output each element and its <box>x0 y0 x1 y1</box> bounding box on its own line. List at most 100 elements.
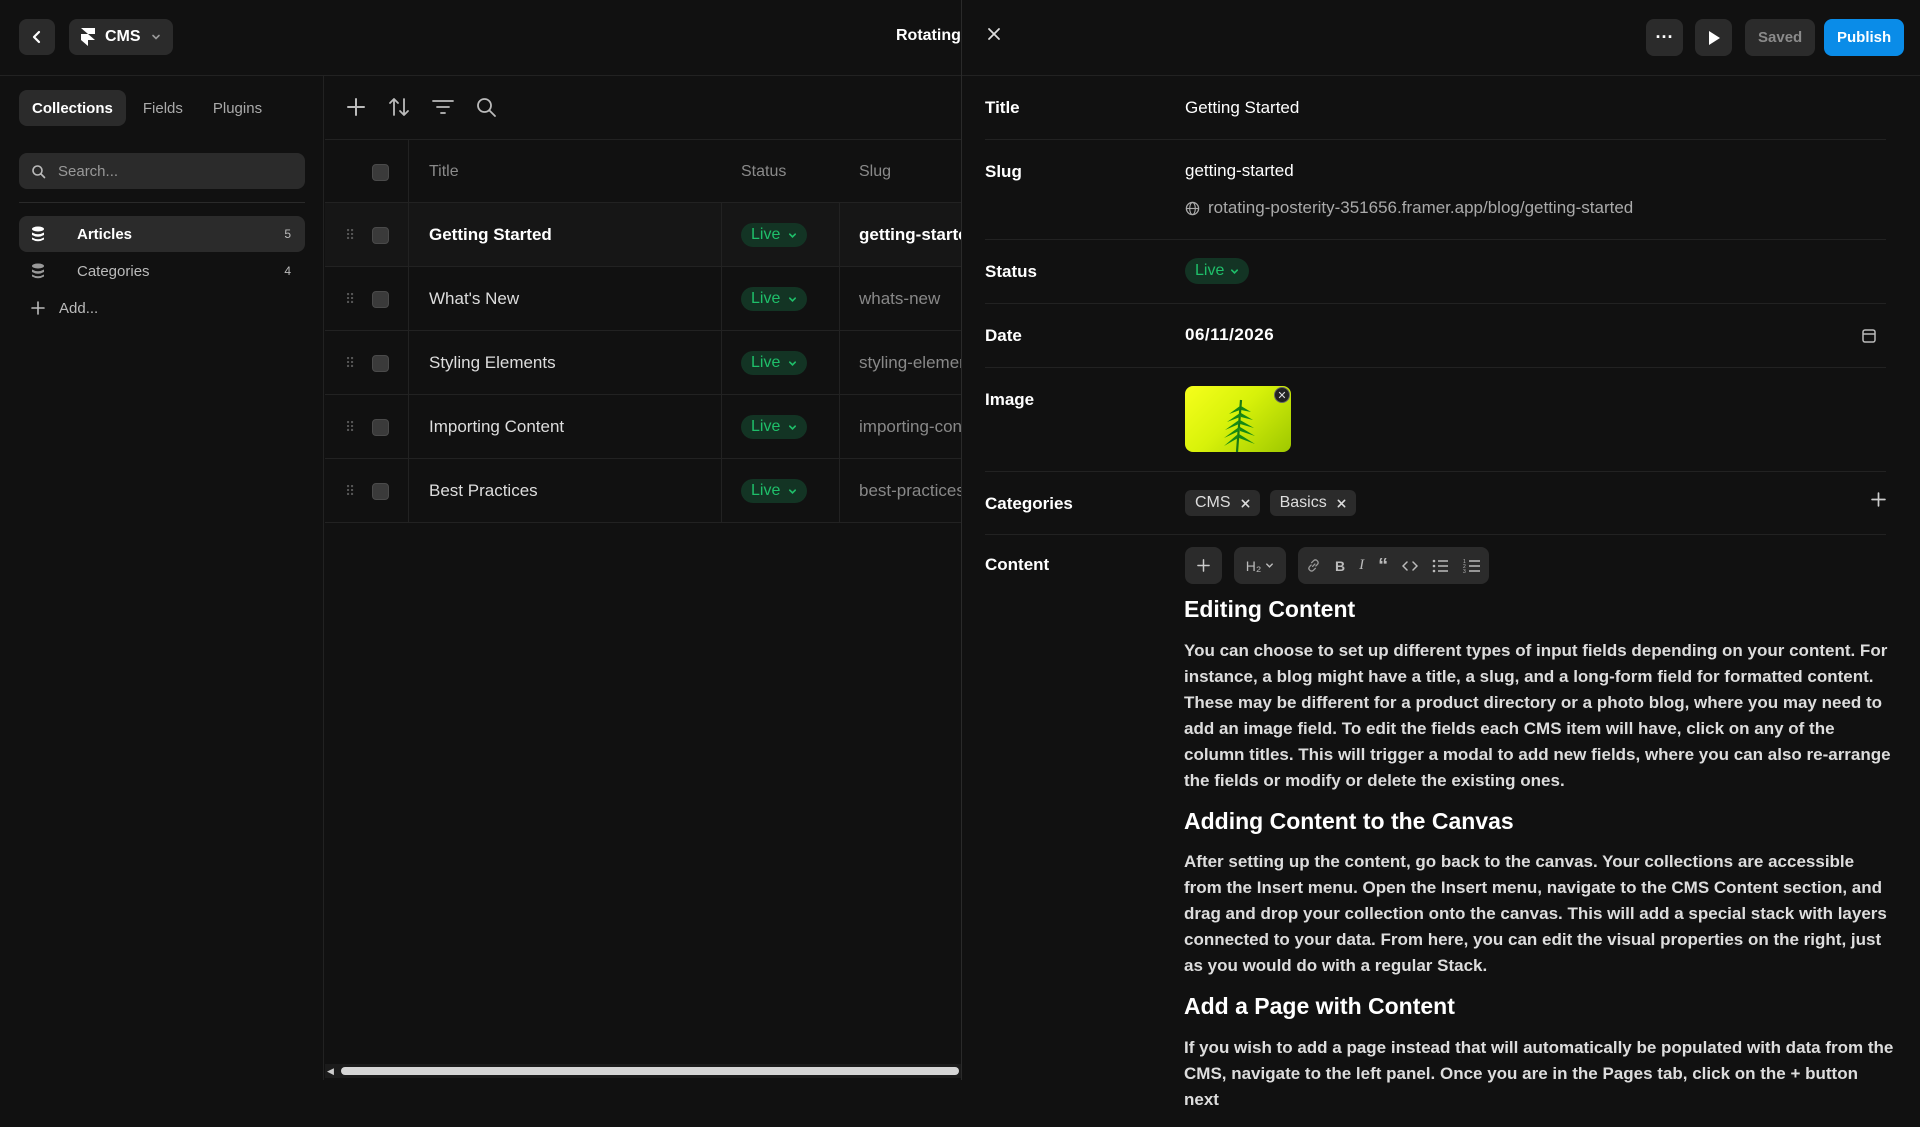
sidebar-tabs: Collections Fields Plugins <box>19 90 275 126</box>
add-collection-button[interactable]: Add... <box>19 290 305 326</box>
drag-handle-icon[interactable]: ⠿ <box>345 267 355 331</box>
heading-dropdown[interactable]: H₂ <box>1234 547 1286 584</box>
url-text: rotating-posterity-351656.framer.app/blo… <box>1208 198 1634 217</box>
close-icon[interactable] <box>986 26 1002 42</box>
category-chip[interactable]: CMS <box>1185 490 1260 516</box>
status-label: Live <box>751 418 781 435</box>
table-row[interactable]: ⠿ What's New Live whats-new <box>325 267 961 331</box>
status-badge[interactable]: Live <box>741 459 808 523</box>
table-row[interactable]: ⠿ Styling Elements Live styling-elements <box>325 331 961 395</box>
row-slug: styling-elements <box>859 353 961 372</box>
slug-input[interactable]: getting-started <box>1185 161 1294 181</box>
sidebar-search <box>19 153 305 189</box>
tab-collections[interactable]: Collections <box>19 90 126 126</box>
remove-chip-icon[interactable] <box>1337 499 1346 508</box>
status-badge[interactable]: Live <box>741 331 808 395</box>
drag-handle-icon[interactable]: ⠿ <box>345 331 355 395</box>
column-header-status[interactable]: Status <box>741 140 786 204</box>
row-checkbox[interactable] <box>372 203 389 267</box>
content-editor[interactable]: Editing Content You can choose to set up… <box>1184 596 1896 1127</box>
search-icon[interactable] <box>475 96 497 118</box>
field-status: Status Live <box>985 240 1886 304</box>
field-label: Date <box>985 326 1022 345</box>
cms-label: CMS <box>105 28 141 45</box>
search-input[interactable] <box>56 161 276 181</box>
status-label: Live <box>751 226 781 243</box>
field-categories: Categories CMS Basics <box>985 472 1886 535</box>
field-label: Slug <box>985 162 1022 181</box>
row-checkbox[interactable] <box>372 459 389 523</box>
column-header-slug[interactable]: Slug <box>859 140 891 204</box>
table-row[interactable]: ⠿ Importing Content Live importing-conte… <box>325 395 961 459</box>
row-slug: whats-new <box>859 289 941 308</box>
content-paragraph: After setting up the content, go back to… <box>1184 852 1887 976</box>
status-badge[interactable]: Live <box>741 267 808 331</box>
svg-text:3: 3 <box>1463 569 1466 574</box>
drag-handle-icon[interactable]: ⠿ <box>345 459 355 523</box>
chevron-down-icon <box>1266 563 1274 568</box>
title-input[interactable]: Getting Started <box>1185 98 1299 118</box>
add-item-icon[interactable] <box>345 96 367 118</box>
more-icon: ··· <box>1655 27 1674 47</box>
search-icon <box>32 164 46 178</box>
tab-plugins[interactable]: Plugins <box>200 90 275 126</box>
back-button[interactable] <box>19 19 55 55</box>
more-options-button[interactable]: ··· <box>1646 19 1683 56</box>
status-dropdown[interactable]: Live <box>1185 258 1250 284</box>
calendar-icon[interactable] <box>1862 328 1876 343</box>
cms-menu-button[interactable]: CMS <box>69 19 173 55</box>
chevron-down-icon <box>789 424 797 430</box>
status-badge[interactable]: Live <box>741 395 808 459</box>
horizontal-scrollbar[interactable]: ◀ <box>325 1064 961 1078</box>
column-header-title[interactable]: Title <box>429 140 459 204</box>
select-all-checkbox[interactable] <box>372 140 389 204</box>
row-checkbox[interactable] <box>372 267 389 331</box>
sort-icon[interactable] <box>387 96 411 118</box>
sidebar-item-categories[interactable]: Categories 4 <box>19 253 305 289</box>
scrollbar-thumb[interactable] <box>341 1067 959 1075</box>
row-slug: best-practices <box>859 481 961 500</box>
table-row[interactable]: ⠿ Best Practices Live best-practices <box>325 459 961 523</box>
date-input[interactable]: 06/11/2026 <box>1185 325 1274 345</box>
row-checkbox[interactable] <box>372 331 389 395</box>
sidebar: Collections Fields Plugins Articles 5 Ca… <box>0 76 324 1080</box>
database-icon <box>32 263 44 279</box>
category-chips: CMS Basics <box>1185 490 1356 516</box>
chip-label: CMS <box>1195 494 1231 511</box>
sidebar-item-articles[interactable]: Articles 5 <box>19 216 305 252</box>
add-category-icon[interactable] <box>1871 492 1886 507</box>
italic-icon[interactable]: I <box>1359 557 1364 574</box>
globe-icon <box>1185 201 1200 215</box>
status-badge[interactable]: Live <box>741 203 808 267</box>
plus-icon <box>1197 559 1210 572</box>
chevron-left-icon <box>32 30 41 44</box>
preview-button[interactable] <box>1695 19 1732 56</box>
remove-image-icon[interactable]: ✕ <box>1274 387 1290 403</box>
published-url[interactable]: rotating-posterity-351656.framer.app/blo… <box>1185 198 1633 218</box>
link-icon[interactable] <box>1306 558 1321 573</box>
numbered-list-icon[interactable]: 123 <box>1463 558 1481 574</box>
row-title: Best Practices <box>429 481 538 500</box>
status-value: Live <box>1195 262 1225 279</box>
plus-icon <box>31 301 45 315</box>
insert-block-button[interactable] <box>1185 547 1222 584</box>
rich-text-toolbar: H₂ B I “ 123 <box>1185 547 1490 584</box>
table-row[interactable]: ⠿ Getting Started Live getting-started <box>325 203 961 267</box>
category-chip[interactable]: Basics <box>1269 490 1356 516</box>
scroll-left-icon[interactable]: ◀ <box>327 1066 334 1077</box>
saved-button[interactable]: Saved <box>1745 19 1816 56</box>
tab-fields[interactable]: Fields <box>130 90 196 126</box>
filter-icon[interactable] <box>431 96 455 118</box>
bullet-list-icon[interactable] <box>1432 559 1449 573</box>
quote-icon[interactable]: “ <box>1378 556 1388 576</box>
row-title: Styling Elements <box>429 353 556 372</box>
row-checkbox[interactable] <box>372 395 389 459</box>
drag-handle-icon[interactable]: ⠿ <box>345 203 355 267</box>
drag-handle-icon[interactable]: ⠿ <box>345 395 355 459</box>
bold-icon[interactable]: B <box>1335 558 1345 574</box>
remove-chip-icon[interactable] <box>1241 499 1250 508</box>
content-paragraph: If you wish to add a page instead that w… <box>1184 1037 1894 1109</box>
publish-button[interactable]: Publish <box>1824 19 1905 56</box>
code-icon[interactable] <box>1402 559 1419 573</box>
field-title: Title Getting Started <box>985 76 1886 140</box>
